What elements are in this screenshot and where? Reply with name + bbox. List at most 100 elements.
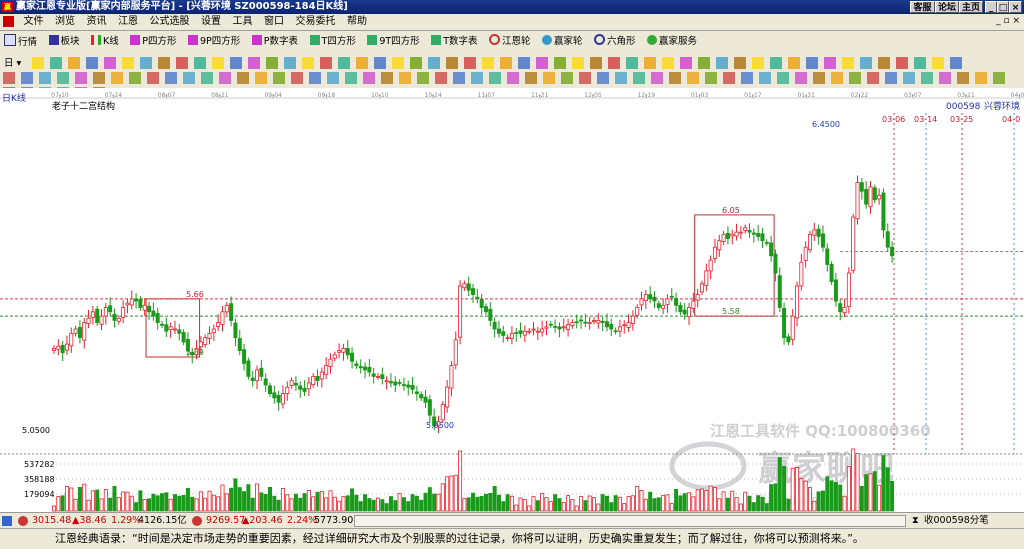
analysis-tool-icon-5[interactable]	[75, 72, 87, 84]
draw-tool-icon-44[interactable]	[805, 57, 818, 69]
draw-tool-icon-45[interactable]	[823, 57, 836, 69]
draw-tool-icon-51[interactable]	[931, 57, 944, 69]
analysis-tool-icon-37[interactable]	[651, 72, 663, 84]
analysis-tool-icon-48[interactable]	[849, 72, 861, 84]
draw-tool-icon-52[interactable]	[949, 57, 962, 69]
analysis-tool-icon-56[interactable]	[993, 72, 1005, 84]
draw-tool-icon-50[interactable]	[913, 57, 926, 69]
analysis-tool-icon-40[interactable]	[705, 72, 717, 84]
draw-tool-icon-41[interactable]	[751, 57, 764, 69]
analysis-tool-icon-45[interactable]	[795, 72, 807, 84]
draw-tool-icon-16[interactable]	[301, 57, 314, 69]
draw-tool-icon-3[interactable]	[67, 57, 80, 69]
analysis-tool-icon-33[interactable]	[579, 72, 591, 84]
analysis-tool-icon-16[interactable]	[273, 72, 285, 84]
analysis-tool-icon-15[interactable]	[255, 72, 267, 84]
analysis-tool-icon-20[interactable]	[345, 72, 357, 84]
draw-tool-icon-49[interactable]	[895, 57, 908, 69]
analysis-tool-icon-36[interactable]	[633, 72, 645, 84]
menu-file[interactable]: 文件	[20, 14, 48, 30]
toolbar-service-button[interactable]: 赢家服务	[645, 34, 699, 49]
analysis-tool-icon-34[interactable]	[597, 72, 609, 84]
analysis-tool-icon-9[interactable]	[147, 72, 159, 84]
draw-tool-icon-28[interactable]	[517, 57, 530, 69]
toolbar-quote-button[interactable]: 行情	[2, 34, 39, 49]
analysis-tool-icon-26[interactable]	[453, 72, 465, 84]
draw-tool-icon-15[interactable]	[283, 57, 296, 69]
analysis-tool-icon-54[interactable]	[957, 72, 969, 84]
analysis-tool-icon-55[interactable]	[975, 72, 987, 84]
analysis-tool-icon-51[interactable]	[903, 72, 915, 84]
analysis-tool-icon-47[interactable]	[831, 72, 843, 84]
draw-tool-icon-35[interactable]	[643, 57, 656, 69]
draw-tool-icon-36[interactable]	[661, 57, 674, 69]
analysis-tool-icon-17[interactable]	[291, 72, 303, 84]
draw-tool-icon-5[interactable]	[103, 57, 116, 69]
analysis-tool-icon-14[interactable]	[237, 72, 249, 84]
draw-tool-icon-40[interactable]	[733, 57, 746, 69]
analysis-tool-icon-7[interactable]	[111, 72, 123, 84]
analysis-tool-icon-6[interactable]	[93, 72, 105, 84]
analysis-tool-icon-31[interactable]	[543, 72, 555, 84]
draw-tool-icon-17[interactable]	[319, 57, 332, 69]
draw-tool-icon-13[interactable]	[247, 57, 260, 69]
toolbar-t-number-button[interactable]: T数字表	[429, 34, 479, 49]
analysis-tool-icon-3[interactable]	[39, 72, 51, 84]
draw-tool-icon-11[interactable]	[211, 57, 224, 69]
draw-tool-icon-10[interactable]	[193, 57, 206, 69]
kline-chart-area[interactable]: 07-10 07-24 08-07 08-21 09-04 09-18 10-10 10-24…	[0, 88, 1024, 512]
analysis-tool-icon-42[interactable]	[741, 72, 753, 84]
menu-formula[interactable]: 公式选股	[146, 14, 194, 30]
analysis-tool-icon-19[interactable]	[327, 72, 339, 84]
analysis-tool-icon-44[interactable]	[777, 72, 789, 84]
mdi-controls-icon[interactable]: _ ▫ ×	[996, 16, 1020, 26]
draw-tool-icon-22[interactable]	[409, 57, 422, 69]
analysis-tool-icon-43[interactable]	[759, 72, 771, 84]
draw-tool-icon-4[interactable]	[85, 57, 98, 69]
draw-tool-icon-30[interactable]	[553, 57, 566, 69]
analysis-tool-icon-41[interactable]	[723, 72, 735, 84]
menu-settings[interactable]: 设置	[197, 14, 225, 30]
toolbar-p-square-button[interactable]: P四方形	[128, 34, 178, 49]
analysis-tool-icon-49[interactable]	[867, 72, 879, 84]
analysis-tool-icon-35[interactable]	[615, 72, 627, 84]
toolbar-winner-wheel-button[interactable]: 赢家轮	[540, 34, 585, 49]
draw-tool-icon-12[interactable]	[229, 57, 242, 69]
chart-scrollbar[interactable]	[354, 515, 906, 527]
draw-tool-icon-18[interactable]	[337, 57, 350, 69]
draw-tool-icon-42[interactable]	[769, 57, 782, 69]
toolbar-9p-square-button[interactable]: 9P四方形	[186, 34, 242, 49]
draw-tool-icon-26[interactable]	[481, 57, 494, 69]
analysis-tool-icon-25[interactable]	[435, 72, 447, 84]
analysis-tool-icon-10[interactable]	[165, 72, 177, 84]
draw-tool-icon-39[interactable]	[715, 57, 728, 69]
analysis-tool-icon-27[interactable]	[471, 72, 483, 84]
draw-tool-icon-24[interactable]	[445, 57, 458, 69]
menu-browse[interactable]: 浏览	[51, 14, 79, 30]
analysis-tool-icon-2[interactable]	[21, 72, 33, 84]
analysis-tool-icon-30[interactable]	[525, 72, 537, 84]
draw-tool-icon-34[interactable]	[625, 57, 638, 69]
draw-tool-icon-8[interactable]	[157, 57, 170, 69]
draw-tool-icon-31[interactable]	[571, 57, 584, 69]
forum-button[interactable]: 论坛	[935, 1, 959, 13]
draw-tool-icon-38[interactable]	[697, 57, 710, 69]
analysis-tool-icon-29[interactable]	[507, 72, 519, 84]
service-button[interactable]: 客服	[910, 1, 935, 13]
toolbar-sector-button[interactable]: 板块	[47, 34, 82, 49]
analysis-tool-icon-18[interactable]	[309, 72, 321, 84]
analysis-tool-icon-52[interactable]	[921, 72, 933, 84]
toolbar-gann-wheel-button[interactable]: 江恩轮	[487, 34, 533, 49]
analysis-tool-icon-32[interactable]	[561, 72, 573, 84]
draw-tool-icon-6[interactable]	[121, 57, 134, 69]
draw-tool-icon-48[interactable]	[877, 57, 890, 69]
draw-tool-icon-20[interactable]	[373, 57, 386, 69]
menu-info[interactable]: 资讯	[83, 14, 111, 30]
draw-tool-icon-32[interactable]	[589, 57, 602, 69]
toolbar-hexagon-button[interactable]: 六角形	[592, 34, 638, 49]
analysis-tool-icon-22[interactable]	[381, 72, 393, 84]
menu-trade[interactable]: 交易委托	[292, 14, 340, 30]
analysis-tool-icon-23[interactable]	[399, 72, 411, 84]
menu-tools[interactable]: 工具	[229, 14, 257, 30]
home-button[interactable]: 主页	[959, 1, 983, 13]
